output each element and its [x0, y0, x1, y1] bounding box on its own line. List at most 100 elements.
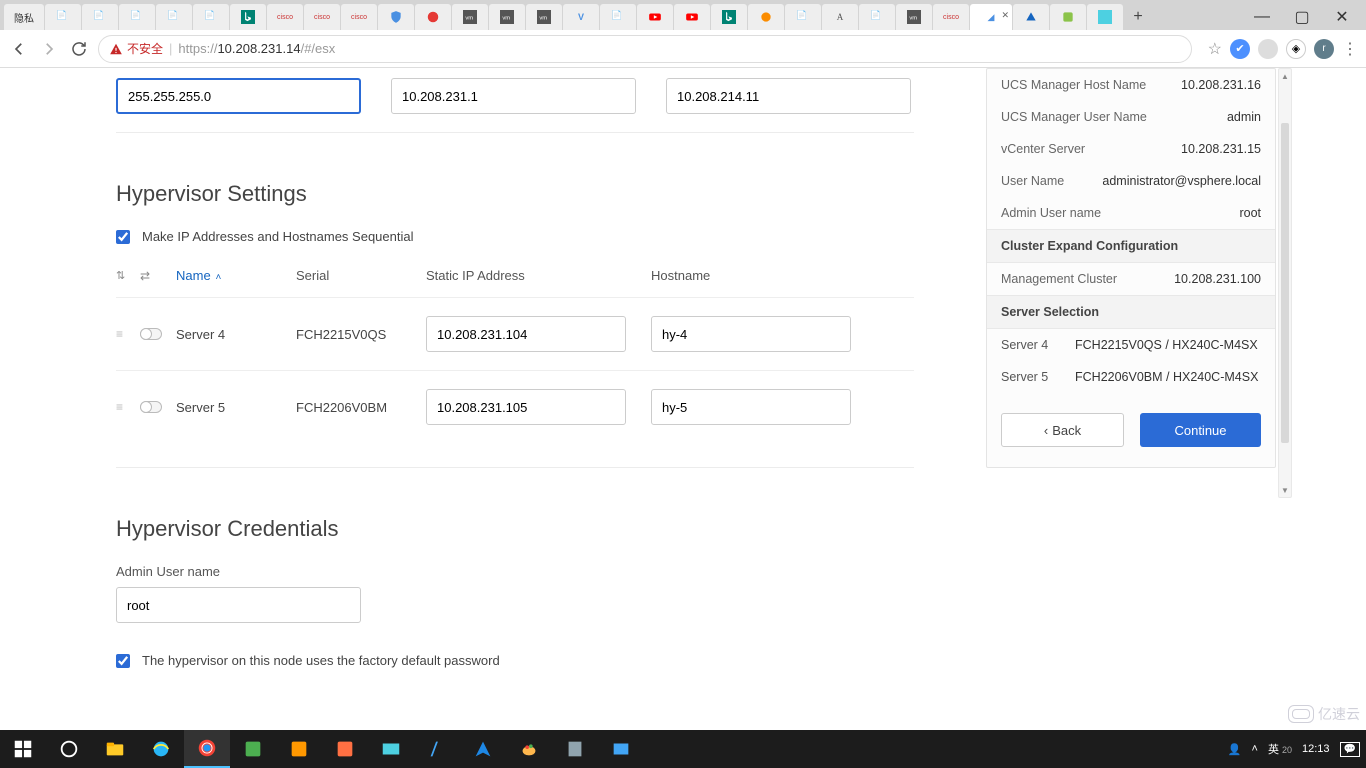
tab-doc[interactable]: 📄: [600, 4, 636, 30]
nav-forward-button[interactable]: [38, 38, 60, 60]
tab-vm-3[interactable]: vm: [526, 4, 562, 30]
taskbar-ie[interactable]: [138, 730, 184, 768]
tab-cisco-1[interactable]: cisco: [267, 4, 303, 30]
tab-doc-2[interactable]: 📄: [785, 4, 821, 30]
tab-yt-1[interactable]: [637, 4, 673, 30]
filter-toggle-icon[interactable]: ⇄: [140, 269, 176, 283]
nav-reload-button[interactable]: [68, 38, 90, 60]
tab-huawei[interactable]: [415, 4, 451, 30]
col-name-header[interactable]: Name ˄: [176, 268, 296, 283]
ucs-host-value: 10.208.231.16: [1181, 78, 1261, 92]
extension-icon-3[interactable]: ◈: [1286, 39, 1306, 59]
drag-handle-icon[interactable]: ≡: [116, 327, 140, 341]
taskbar-chrome[interactable]: [184, 730, 230, 768]
sequential-checkbox-row[interactable]: Make IP Addresses and Hostnames Sequenti…: [116, 229, 930, 244]
tab-green[interactable]: [1050, 4, 1086, 30]
tab-vm-2[interactable]: vm: [489, 4, 525, 30]
cell-hostname-input[interactable]: [651, 316, 851, 352]
back-button[interactable]: ‹Back: [1001, 413, 1124, 447]
taskbar-explorer[interactable]: [92, 730, 138, 768]
taskbar-people-icon[interactable]: 👤: [1228, 743, 1242, 756]
taskbar-app-7[interactable]: [506, 730, 552, 768]
svg-text:vm: vm: [502, 15, 510, 21]
cell-serial: FCH2206V0BM: [296, 400, 426, 415]
scroll-thumb[interactable]: [1281, 123, 1289, 443]
subnet-mask-input[interactable]: [116, 78, 361, 114]
sequential-checkbox[interactable]: [116, 230, 130, 244]
tab-active[interactable]: ◢✕: [970, 4, 1012, 30]
browser-menu-button[interactable]: ⋮: [1342, 39, 1358, 59]
tab-cisco-2[interactable]: cisco: [304, 4, 340, 30]
window-minimize[interactable]: —: [1242, 4, 1282, 30]
tab-6[interactable]: 📄: [193, 4, 229, 30]
tab-cisco-3[interactable]: cisco: [341, 4, 377, 30]
taskbar-app-9[interactable]: [598, 730, 644, 768]
bookmark-star-icon[interactable]: ☆: [1208, 39, 1222, 59]
new-tab-button[interactable]: +: [1124, 4, 1152, 30]
taskbar-ime[interactable]: 英 20: [1268, 741, 1292, 757]
scroll-down-icon[interactable]: ▼: [1279, 483, 1291, 497]
extension-icon-1[interactable]: ✔: [1230, 39, 1250, 59]
hypervisor-credentials-heading: Hypervisor Credentials: [116, 516, 930, 542]
taskbar-app-6[interactable]: [460, 730, 506, 768]
summary-scrollbar[interactable]: ▲ ▼: [1278, 68, 1292, 498]
tab-shield[interactable]: [378, 4, 414, 30]
cell-ip-input[interactable]: [426, 389, 626, 425]
tab-3[interactable]: 📄: [82, 4, 118, 30]
taskbar-notifications-icon[interactable]: 💬: [1340, 742, 1360, 757]
ucs-user-value: admin: [1227, 110, 1261, 124]
tab-bing-2[interactable]: [711, 4, 747, 30]
window-maximize[interactable]: ▢: [1282, 4, 1322, 30]
mgmt-cluster-label: Management Cluster: [1001, 272, 1117, 286]
gateway-input[interactable]: [391, 78, 636, 114]
tab-orange[interactable]: [748, 4, 784, 30]
factory-pw-checkbox-row[interactable]: The hypervisor on this node uses the fac…: [116, 653, 930, 668]
taskbar-app-2[interactable]: [276, 730, 322, 768]
tab-cisco-4[interactable]: cisco: [933, 4, 969, 30]
tab-vm-1[interactable]: vm: [452, 4, 488, 30]
tab-cyan[interactable]: [1087, 4, 1123, 30]
server5-label: Server 5: [1001, 370, 1059, 384]
tab-a[interactable]: A: [822, 4, 858, 30]
taskbar-app-4[interactable]: [368, 730, 414, 768]
tab-v[interactable]: V: [563, 4, 599, 30]
nav-back-button[interactable]: [8, 38, 30, 60]
tab-bing[interactable]: [230, 4, 266, 30]
taskbar-app-8[interactable]: [552, 730, 598, 768]
tab-tri-blue[interactable]: [1013, 4, 1049, 30]
extension-icon-2[interactable]: [1258, 39, 1278, 59]
cortana-button[interactable]: [46, 730, 92, 768]
drag-handle-icon[interactable]: ≡: [116, 400, 140, 414]
taskbar-clock[interactable]: 12:13: [1302, 743, 1330, 755]
tab-5[interactable]: 📄: [156, 4, 192, 30]
url-input[interactable]: 不安全 | https://10.208.231.14/#/esx: [98, 35, 1192, 63]
admin-user-input[interactable]: [116, 587, 361, 623]
taskbar-tray-chevron[interactable]: ˄: [1252, 743, 1258, 755]
chevron-up-icon: ˄: [213, 272, 222, 283]
cell-hostname-input[interactable]: [651, 389, 851, 425]
taskbar-app-3[interactable]: [322, 730, 368, 768]
tab-private[interactable]: 隐私: [4, 4, 44, 30]
scroll-up-icon[interactable]: ▲: [1279, 69, 1291, 83]
start-button[interactable]: [0, 730, 46, 768]
dns-input[interactable]: [666, 78, 911, 114]
taskbar-app-5[interactable]: [414, 730, 460, 768]
row-toggle[interactable]: [140, 401, 176, 413]
profile-avatar[interactable]: r: [1314, 39, 1334, 59]
tab-4[interactable]: 📄: [119, 4, 155, 30]
taskbar-app-1[interactable]: [230, 730, 276, 768]
factory-pw-checkbox[interactable]: [116, 654, 130, 668]
window-close[interactable]: ✕: [1322, 4, 1362, 30]
tab-vm-4[interactable]: vm: [896, 4, 932, 30]
row-toggle[interactable]: [140, 328, 176, 340]
close-icon[interactable]: ✕: [1001, 10, 1009, 21]
tab-doc-3[interactable]: 📄: [859, 4, 895, 30]
cell-ip-input[interactable]: [426, 316, 626, 352]
ucs-host-label: UCS Manager Host Name: [1001, 78, 1146, 92]
tab-2[interactable]: 📄: [45, 4, 81, 30]
sort-direction-icon[interactable]: ⇅: [116, 269, 140, 282]
browser-tab-strip: 隐私 📄 📄 📄 📄 📄 cisco cisco cisco vm vm vm …: [0, 0, 1366, 30]
factory-pw-checkbox-label: The hypervisor on this node uses the fac…: [142, 653, 500, 668]
tab-yt-2[interactable]: [674, 4, 710, 30]
continue-button[interactable]: Continue: [1140, 413, 1261, 447]
